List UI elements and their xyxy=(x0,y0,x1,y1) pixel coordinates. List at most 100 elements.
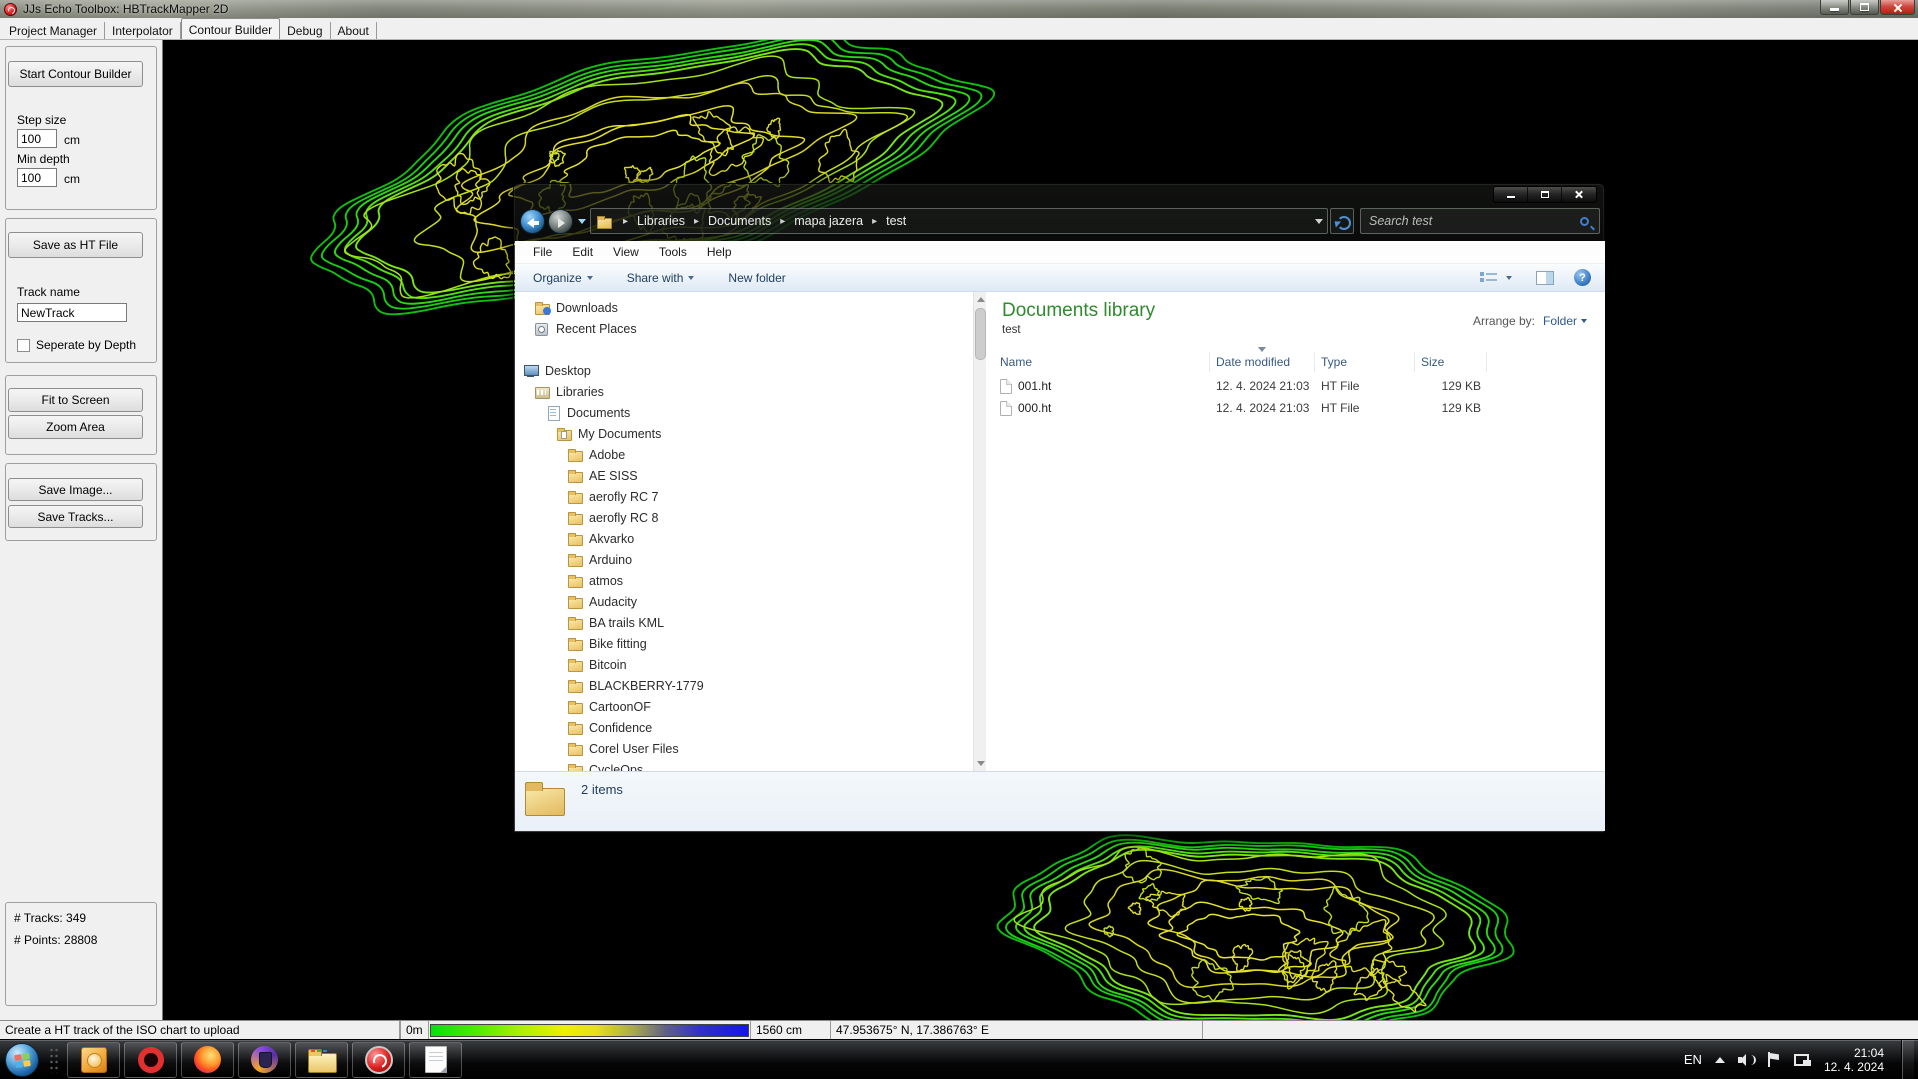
column-header-name[interactable]: Name xyxy=(994,352,1210,372)
taskbar-app-button[interactable] xyxy=(124,1042,177,1078)
tree-item[interactable]: aerofly RC 8 xyxy=(515,507,973,528)
scrollbar-thumb[interactable] xyxy=(975,308,986,360)
scroll-down-icon[interactable] xyxy=(977,761,985,766)
breadcrumb-item[interactable]: test xyxy=(884,212,908,230)
separate-by-depth-checkbox[interactable] xyxy=(17,339,30,352)
tab[interactable]: Project Manager xyxy=(2,22,105,39)
tree-item[interactable]: atmos xyxy=(515,570,973,591)
menu-item[interactable]: Help xyxy=(697,242,742,262)
explorer-close-button[interactable] xyxy=(1562,187,1596,202)
taskbar-app-button[interactable] xyxy=(295,1042,348,1078)
search-input[interactable] xyxy=(1361,214,1580,228)
new-folder-button[interactable]: New folder xyxy=(720,267,793,289)
file-row[interactable]: 000.ht 12. 4. 2024 21:03 HT File 129 KB xyxy=(994,397,1494,419)
scroll-up-icon[interactable] xyxy=(977,297,985,302)
volume-icon[interactable] xyxy=(1738,1053,1754,1067)
clock[interactable]: 21:04 12. 4. 2024 xyxy=(1824,1046,1888,1074)
explorer-titlebar[interactable]: ▸ Libraries Documents mapa jazera test xyxy=(514,184,1604,241)
action-center-flag-icon[interactable] xyxy=(1767,1052,1781,1067)
tree-item[interactable]: Adobe xyxy=(515,444,973,465)
tree-item[interactable]: Bike fitting xyxy=(515,633,973,654)
save-as-ht-file-button[interactable]: Save as HT File xyxy=(8,232,143,258)
explorer-maximize-button[interactable] xyxy=(1528,187,1562,202)
breadcrumb-item[interactable]: mapa jazera xyxy=(792,212,865,230)
explorer-minimize-button[interactable] xyxy=(1494,187,1528,202)
min-depth-label: Min depth xyxy=(17,152,70,166)
tree-scrollbar[interactable] xyxy=(973,292,986,771)
tab[interactable]: Contour Builder xyxy=(181,18,280,39)
tree-item[interactable]: CycleOps xyxy=(515,759,973,771)
tree-item[interactable]: Libraries xyxy=(515,381,973,402)
tree-item[interactable]: CartoonOF xyxy=(515,696,973,717)
taskbar-app-button[interactable] xyxy=(409,1042,462,1078)
tab[interactable]: About xyxy=(331,22,377,39)
preview-pane-icon[interactable] xyxy=(1536,271,1554,285)
tree-item[interactable]: My Documents xyxy=(515,423,973,444)
back-button[interactable] xyxy=(520,209,545,234)
search-icon[interactable] xyxy=(1580,217,1589,226)
help-icon[interactable] xyxy=(1574,269,1591,286)
fit-to-screen-button[interactable]: Fit to Screen xyxy=(8,388,143,412)
menu-item[interactable]: Edit xyxy=(562,242,603,262)
file-row[interactable]: 001.ht 12. 4. 2024 21:03 HT File 129 KB xyxy=(994,375,1494,397)
taskbar-app-button[interactable] xyxy=(238,1042,291,1078)
tree-item[interactable]: Arduino xyxy=(515,549,973,570)
taskbar-app-button[interactable] xyxy=(352,1042,405,1078)
menu-item[interactable]: Tools xyxy=(649,242,697,262)
zoom-area-button[interactable]: Zoom Area xyxy=(8,415,143,439)
share-with-button[interactable]: Share with xyxy=(619,267,703,289)
address-bar[interactable]: ▸ Libraries Documents mapa jazera test xyxy=(590,208,1328,234)
tree-item[interactable]: aerofly RC 7 xyxy=(515,486,973,507)
track-name-input[interactable] xyxy=(17,303,127,322)
column-header-label: Date modified xyxy=(1216,355,1290,369)
app-minimize-button[interactable] xyxy=(1820,0,1849,15)
tree-item[interactable]: Confidence xyxy=(515,717,973,738)
depth-scale-min: 0m xyxy=(400,1021,429,1039)
recent-pages-dropdown-icon[interactable] xyxy=(578,219,586,224)
save-image-button[interactable]: Save Image... xyxy=(8,478,143,501)
tree-item[interactable]: Bitcoin xyxy=(515,654,973,675)
column-header-type[interactable]: Type xyxy=(1315,352,1415,372)
step-size-input[interactable] xyxy=(17,129,57,148)
tree-item[interactable]: Desktop xyxy=(515,360,973,381)
language-indicator[interactable]: EN xyxy=(1684,1052,1702,1067)
tree-item[interactable]: Corel User Files xyxy=(515,738,973,759)
start-contour-builder-button[interactable]: Start Contour Builder xyxy=(8,61,143,87)
tab[interactable]: Interpolator xyxy=(105,22,181,39)
min-depth-input[interactable] xyxy=(17,168,57,187)
tree-item-label: CartoonOF xyxy=(589,700,651,714)
arrange-by[interactable]: Arrange by: Folder xyxy=(1473,314,1587,328)
tree-item-label: aerofly RC 7 xyxy=(589,490,658,504)
tree-item[interactable]: AE SISS xyxy=(515,465,973,486)
change-view-icon[interactable] xyxy=(1480,271,1498,285)
column-header-size[interactable]: Size xyxy=(1415,352,1487,372)
network-icon[interactable] xyxy=(1794,1052,1811,1067)
tree-item[interactable]: Audacity xyxy=(515,591,973,612)
app-maximize-button[interactable] xyxy=(1850,0,1879,15)
start-button[interactable] xyxy=(5,1043,39,1077)
menu-item[interactable]: View xyxy=(603,242,649,262)
taskbar-app-button[interactable] xyxy=(67,1042,120,1078)
column-header-date-modified[interactable]: Date modified xyxy=(1210,352,1315,372)
save-tracks-button[interactable]: Save Tracks... xyxy=(8,505,143,528)
tree-item[interactable]: Akvarko xyxy=(515,528,973,549)
breadcrumb-item[interactable]: Libraries xyxy=(635,212,687,230)
refresh-button[interactable] xyxy=(1330,208,1354,234)
tree-item[interactable]: Documents xyxy=(515,402,973,423)
tab[interactable]: Debug xyxy=(280,22,330,39)
forward-button[interactable] xyxy=(548,209,573,234)
breadcrumb-item[interactable]: Documents xyxy=(706,212,773,230)
views-chevron-icon[interactable] xyxy=(1506,276,1512,280)
app-close-button[interactable] xyxy=(1880,0,1915,15)
tree-item[interactable]: BLACKBERRY-1779 xyxy=(515,675,973,696)
hidden-icons-chevron[interactable] xyxy=(1715,1057,1725,1063)
organize-button[interactable]: Organize xyxy=(525,267,601,289)
show-desktop-button[interactable] xyxy=(1901,1040,1914,1079)
taskbar-app-button[interactable] xyxy=(181,1042,234,1078)
app-icon xyxy=(81,1047,107,1073)
tree-item[interactable]: BA trails KML xyxy=(515,612,973,633)
tree-item[interactable]: Downloads xyxy=(515,297,973,318)
tree-item[interactable]: Recent Places xyxy=(515,318,973,339)
address-dropdown-icon[interactable] xyxy=(1315,219,1323,224)
menu-item[interactable]: File xyxy=(523,242,562,262)
